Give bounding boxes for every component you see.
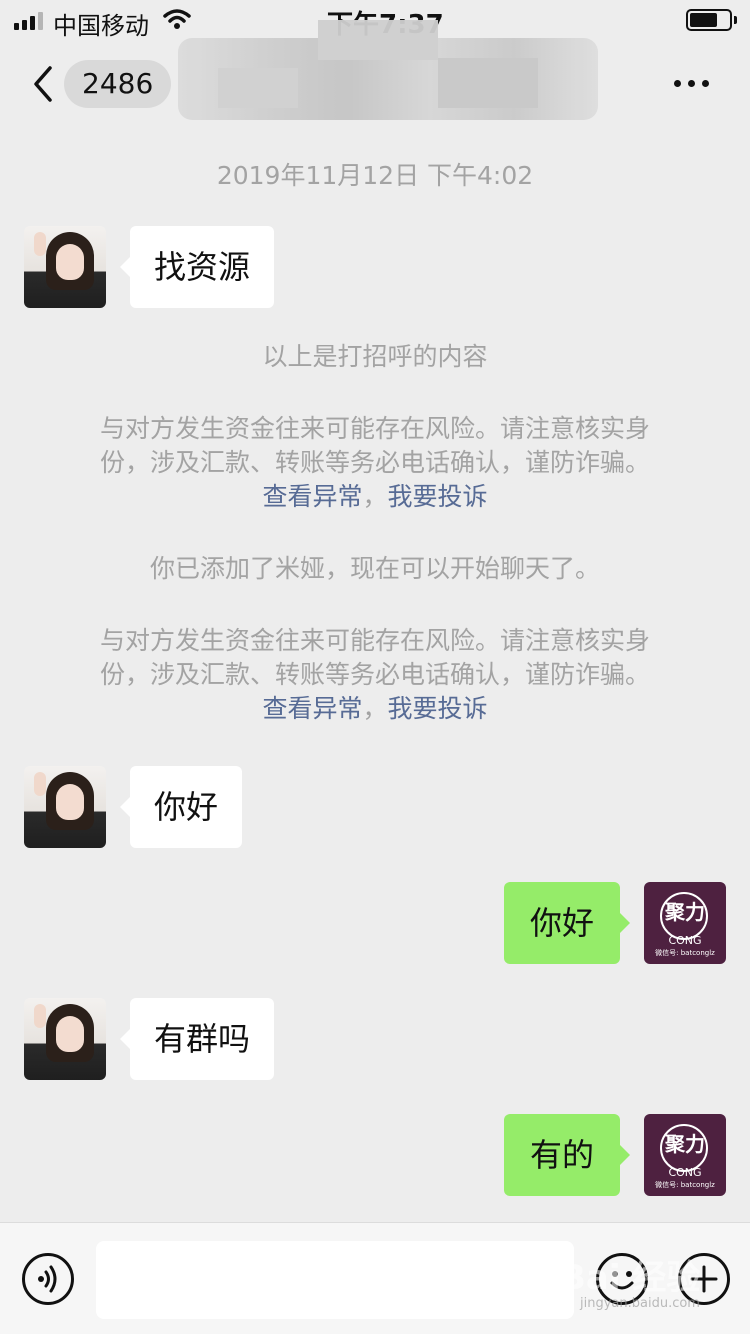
contact-avatar[interactable] [24,998,106,1080]
voice-icon[interactable] [22,1253,74,1305]
wifi-icon [163,8,191,34]
risk-links: 查看异常，我要投诉 [0,692,750,726]
view-anomaly-link[interactable]: 查看异常 [262,482,362,511]
battery-icon [686,9,732,31]
brand-logo-text: 聚力 [665,900,705,924]
brand-logo-text: 聚力 [665,1132,705,1156]
blur-block [438,58,538,108]
message-bubble-sent[interactable]: 有的 [503,1114,631,1196]
chevron-left-icon[interactable] [28,62,64,106]
more-dots-icon[interactable] [674,80,709,87]
view-anomaly-link[interactable]: 查看异常 [262,694,362,723]
brand-subtitle: 微信号: batconglz [655,1181,715,1189]
report-link[interactable]: 我要投诉 [388,482,488,511]
brand-name: CONG [668,1166,702,1179]
message-bubble-received[interactable]: 你好 [119,766,243,848]
risk-warning-line1: 与对方发生资金往来可能存在风险。请注意核实身 [99,414,650,443]
link-separator: ， [362,482,388,511]
my-avatar[interactable]: 聚力 CONG 微信号: batconglz [644,882,726,964]
risk-warning-line2: 份，涉及汇款、转账等务必电话确认，谨防诈骗。 [99,448,650,477]
message-input[interactable] [96,1241,574,1319]
battery-cap [734,16,737,24]
risk-links: 查看异常，我要投诉 [0,480,750,514]
risk-warning-line1: 与对方发生资金往来可能存在风险。请注意核实身 [99,626,650,655]
report-link[interactable]: 我要投诉 [388,694,488,723]
blur-block [318,20,438,60]
friend-added-note: 你已添加了米娅，现在可以开始聊天了。 [149,554,600,583]
risk-warning-line2: 份，涉及汇款、转账等务必电话确认，谨防诈骗。 [99,660,650,689]
contact-avatar[interactable] [24,226,106,308]
message-bubble-received[interactable]: 找资源 [119,226,275,308]
message-bubble-sent[interactable]: 你好 [503,882,631,964]
contact-avatar[interactable] [24,766,106,848]
brand-subtitle: 微信号: batconglz [655,949,715,957]
watermark-url: jingyan.baidu.com [580,1296,700,1311]
signal-icon [14,12,43,30]
unread-count-badge[interactable]: 2486 [64,60,172,108]
brand-name: CONG [668,934,702,947]
message-bubble-received[interactable]: 有群吗 [119,998,275,1080]
link-separator: ， [362,694,388,723]
battery-fill [690,13,717,27]
my-avatar[interactable]: 聚力 CONG 微信号: batconglz [644,1114,726,1196]
chat-timestamp: 2019年11月12日 下午4:02 [216,161,534,190]
watermark: Bai 经验 [560,1258,701,1298]
carrier-label: 中国移动 [53,12,149,40]
greeting-note: 以上是打招呼的内容 [262,342,488,371]
blurred-contact-name [178,20,598,120]
blur-block [218,68,298,108]
